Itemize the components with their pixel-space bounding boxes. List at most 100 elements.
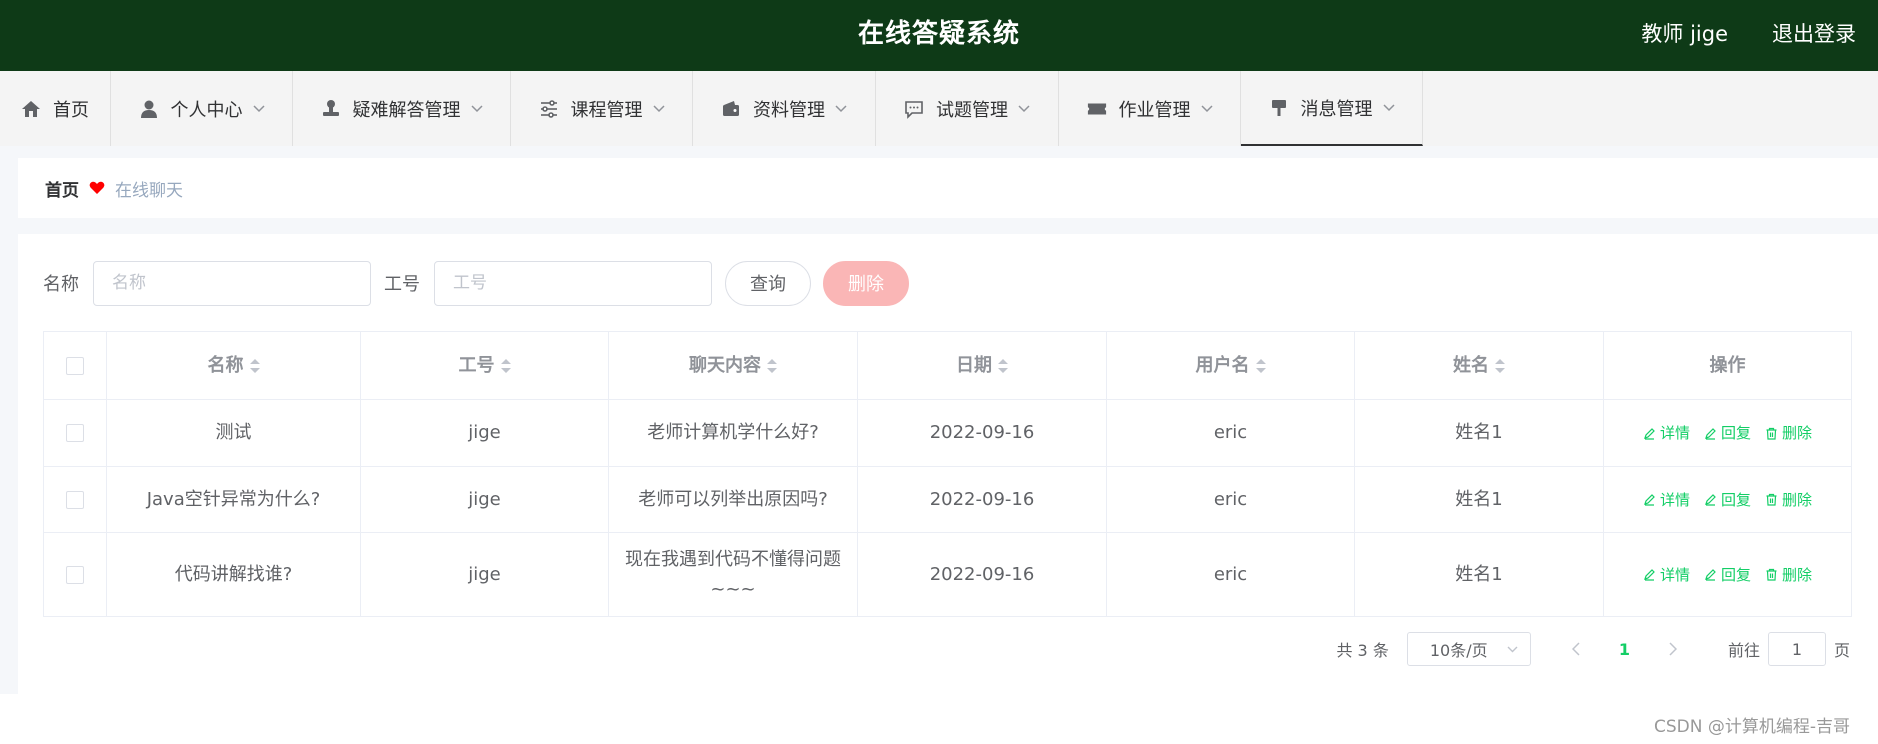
menu-item-label: 首页	[53, 99, 89, 121]
batch-delete-button[interactable]: 删除	[823, 260, 909, 306]
select-all-checkbox[interactable]	[66, 356, 84, 375]
edit-icon	[1644, 494, 1655, 506]
cell-date: 2022-09-16	[858, 400, 1107, 466]
cell-username: eric	[1107, 400, 1355, 466]
menu-item-profile[interactable]: 个人中心	[111, 71, 293, 146]
detail-button[interactable]: 详情	[1643, 560, 1690, 590]
breadcrumb-current: 在线聊天	[115, 180, 183, 201]
wallet-icon	[721, 99, 741, 119]
main-panel: 名称 工号 查询 删除 名称 工号 聊天内容 日期 用户名 姓名 操作 测试	[18, 234, 1878, 694]
cell-username: eric	[1107, 533, 1355, 616]
edit-icon	[1644, 427, 1655, 440]
sort-icon[interactable]	[1255, 358, 1266, 373]
delete-button[interactable]: 删除	[1765, 418, 1812, 448]
main-menu: 首页 个人中心 疑难解答管理 课程管理 资料管理 试题管理 作业管理 消息管理	[0, 71, 1878, 146]
column-header[interactable]: 姓名	[1355, 332, 1604, 399]
reply-button[interactable]: 回复	[1704, 485, 1751, 515]
breadcrumb: 首页 在线聊天	[18, 158, 1878, 218]
column-header[interactable]: 日期	[858, 332, 1107, 399]
cell-name: 代码讲解找谁?	[107, 533, 361, 616]
table-row[interactable]: 测试 jige 老师计算机学什么好? 2022-09-16 eric 姓名1 详…	[44, 400, 1851, 467]
row-checkbox[interactable]	[66, 565, 84, 584]
sort-icon[interactable]	[998, 358, 1008, 373]
page-number[interactable]: 1	[1619, 640, 1630, 659]
reply-button[interactable]: 回复	[1704, 418, 1751, 448]
delete-button[interactable]: 删除	[1765, 560, 1812, 590]
column-header[interactable]: 工号	[361, 332, 609, 399]
cell-realname: 姓名1	[1355, 533, 1604, 616]
name-input[interactable]	[93, 260, 371, 306]
app-title: 在线答疑系统	[857, 19, 1020, 49]
table-row[interactable]: Java空针异常为什么? jige 老师可以列举出原因吗? 2022-09-16…	[44, 467, 1851, 533]
prev-page-button[interactable]	[1561, 642, 1591, 656]
column-header[interactable]: 名称	[107, 332, 361, 399]
menu-item-label: 作业管理	[1118, 99, 1191, 121]
chat-icon	[904, 99, 924, 119]
cell-name: 测试	[107, 400, 361, 466]
chevron-down-icon	[1507, 646, 1518, 652]
cell-realname: 姓名1	[1355, 467, 1604, 532]
breadcrumb-home[interactable]: 首页	[45, 176, 79, 201]
detail-button[interactable]: 详情	[1643, 418, 1690, 448]
edit-icon	[1644, 569, 1655, 581]
menu-item-label: 试题管理	[936, 99, 1008, 121]
detail-button[interactable]: 详情	[1643, 485, 1690, 515]
sort-icon[interactable]	[500, 358, 511, 373]
menu-item-home[interactable]: 首页	[0, 71, 111, 146]
menu-item-materials[interactable]: 资料管理	[693, 71, 876, 146]
chevron-down-icon	[470, 104, 483, 113]
top-header: 在线答疑系统 教师 jige 退出登录	[0, 0, 1878, 71]
page-size-select[interactable]: 10条/页	[1406, 632, 1531, 666]
edit-icon	[1705, 494, 1716, 506]
table-row[interactable]: 代码讲解找谁? jige 现在我遇到代码不懂得问题~~~ 2022-09-16 …	[44, 533, 1851, 616]
pagination: 共 3 条 10条/页 1 前往 页	[1336, 631, 1850, 667]
delete-button[interactable]: 删除	[1765, 485, 1812, 515]
heart-icon	[89, 181, 105, 195]
cell-date: 2022-09-16	[858, 467, 1107, 532]
menu-item-homework[interactable]: 作业管理	[1059, 71, 1241, 146]
goto-page-input[interactable]	[1767, 632, 1826, 666]
home-icon	[21, 99, 41, 119]
watermark: CSDN @计算机编程-吉哥	[1653, 717, 1850, 737]
menu-item-label: 疑难解答管理	[352, 99, 461, 121]
search-form: 名称 工号 查询 删除	[43, 260, 909, 306]
total-count: 共 3 条	[1336, 641, 1389, 660]
menu-item-course[interactable]: 课程管理	[511, 71, 693, 146]
next-page-button[interactable]	[1658, 642, 1688, 656]
menu-item-label: 资料管理	[753, 99, 825, 121]
page-unit-label: 页	[1833, 641, 1850, 660]
menu-item-qa[interactable]: 疑难解答管理	[293, 71, 511, 146]
sort-icon[interactable]	[1495, 358, 1505, 373]
trash-icon	[1766, 427, 1777, 440]
chevron-down-icon	[1018, 104, 1030, 113]
chevron-down-icon	[1200, 104, 1213, 113]
table-header-row: 名称 工号 聊天内容 日期 用户名 姓名 操作	[44, 332, 1851, 400]
cell-id: jige	[361, 467, 609, 532]
menu-item-label: 消息管理	[1300, 98, 1373, 120]
query-button[interactable]: 查询	[725, 260, 811, 306]
chevron-down-icon	[1382, 103, 1395, 112]
cell-id: jige	[361, 400, 609, 466]
row-checkbox[interactable]	[66, 490, 84, 509]
id-input[interactable]	[434, 260, 712, 306]
cell-actions: 详情 回复 删除	[1604, 533, 1851, 616]
brush-icon	[1269, 98, 1289, 118]
cell-realname: 姓名1	[1355, 400, 1604, 466]
column-header[interactable]: 用户名	[1107, 332, 1355, 399]
chevron-left-icon	[1571, 642, 1580, 656]
column-header[interactable]: 聊天内容	[609, 332, 858, 399]
logout-button[interactable]: 退出登录	[1772, 0, 1856, 68]
sort-icon[interactable]	[249, 358, 260, 373]
content-area: 首页 在线聊天 名称 工号 查询 删除 名称 工号 聊天内容 日期 用户名 姓名…	[0, 146, 1878, 694]
sort-icon[interactable]	[767, 358, 777, 373]
name-label: 名称	[43, 274, 79, 295]
menu-item-questions[interactable]: 试题管理	[876, 71, 1059, 146]
current-user: 教师 jige	[1641, 22, 1728, 46]
cell-actions: 详情 回复 删除	[1604, 400, 1851, 466]
chevron-down-icon	[252, 104, 265, 113]
edit-icon	[1705, 427, 1716, 440]
user-icon	[139, 99, 159, 119]
reply-button[interactable]: 回复	[1704, 560, 1751, 590]
menu-item-messages[interactable]: 消息管理	[1241, 71, 1423, 146]
row-checkbox[interactable]	[66, 424, 84, 442]
